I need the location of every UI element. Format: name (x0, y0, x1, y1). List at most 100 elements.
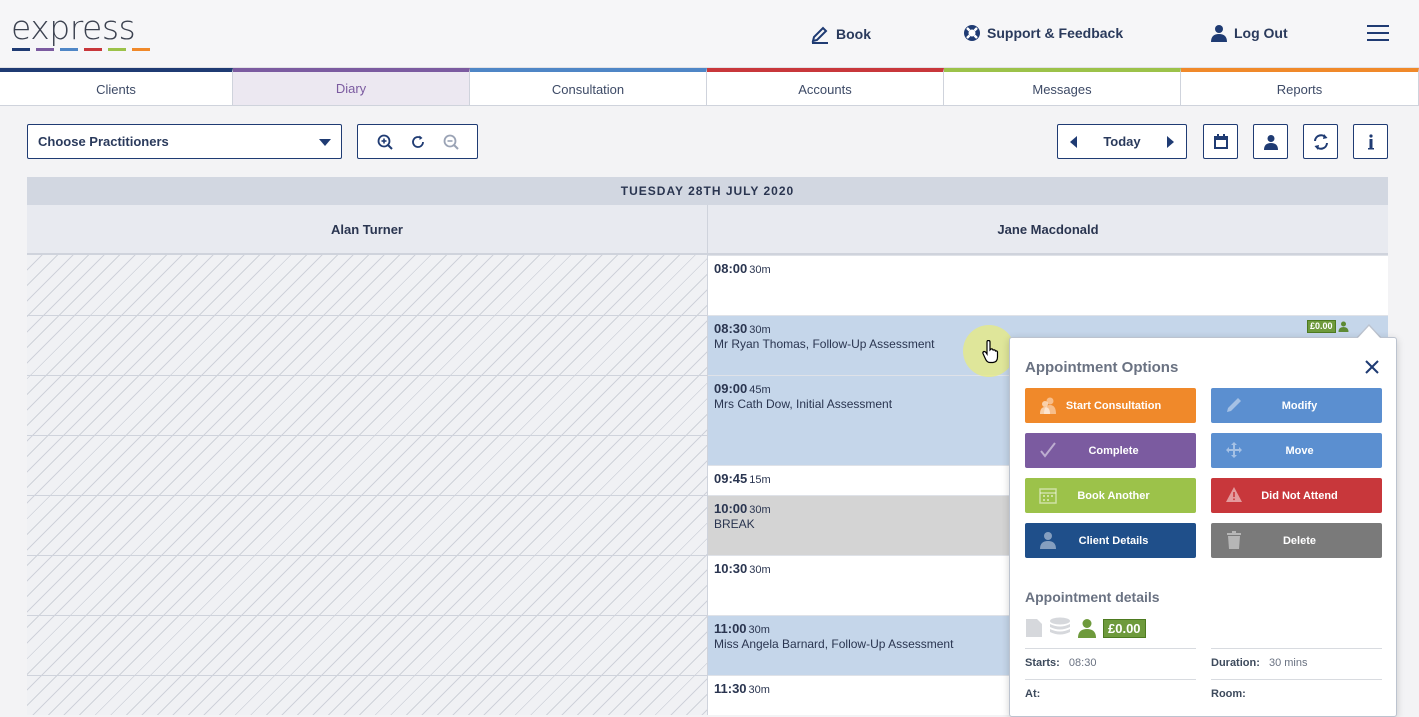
pencil-icon (811, 26, 828, 44)
slot-time: 09:45 (714, 471, 748, 486)
pencil-icon (1227, 398, 1241, 412)
close-icon[interactable] (1365, 360, 1379, 379)
support-label: Support & Feedback (987, 25, 1124, 41)
logout-label: Log Out (1234, 25, 1288, 41)
grid-line (27, 375, 708, 376)
option-label: Book Another (1077, 489, 1150, 502)
option-label: Complete (1088, 444, 1139, 457)
menu-icon[interactable] (1367, 25, 1389, 46)
previous-day-icon[interactable] (1070, 135, 1077, 148)
main-tabs: Clients Diary Consultation Accounts Mess… (0, 68, 1419, 106)
start-consultation-button[interactable]: Start Consultation (1025, 388, 1196, 423)
starts-value: 08:30 (1068, 657, 1097, 669)
calendar-icon (1039, 488, 1057, 504)
express-logo[interactable]: express (11, 11, 150, 51)
logout-link[interactable]: Log Out (1210, 24, 1288, 42)
at-field: At: (1025, 688, 1040, 700)
client-details-button[interactable]: Client Details (1025, 523, 1196, 558)
option-label: Delete (1282, 534, 1317, 547)
practitioner-button[interactable] (1253, 124, 1288, 159)
tab-accounts[interactable]: Accounts (707, 68, 944, 106)
people-icon (1040, 397, 1056, 414)
today-button[interactable]: Today (1103, 134, 1140, 149)
diary-slot[interactable]: 08:00 30m (708, 255, 1388, 315)
database-icon (1050, 617, 1070, 635)
slot-time: 10:00 (714, 501, 748, 516)
move-icon (1226, 442, 1242, 458)
slot-duration: 30m (749, 564, 771, 576)
move-button[interactable]: Move (1211, 433, 1382, 468)
divider (1211, 679, 1382, 680)
unavailable-column (27, 255, 708, 715)
option-label: Move (1285, 444, 1314, 457)
support-feedback-link[interactable]: Support & Feedback (963, 24, 1123, 42)
popover-title: Appointment Options (1025, 359, 1179, 376)
practitioner-select[interactable]: Choose Practitioners (27, 124, 342, 159)
user-icon (1263, 134, 1278, 150)
grid-line (27, 435, 708, 436)
tab-label: Messages (1032, 81, 1092, 97)
user-icon (1078, 619, 1096, 638)
tab-messages[interactable]: Messages (944, 68, 1181, 106)
slot-duration: 30m (748, 684, 770, 696)
popover-arrow-fill (1357, 326, 1381, 339)
divider (1025, 648, 1196, 649)
info-button[interactable] (1353, 124, 1388, 159)
duration-value: 30 mins (1268, 657, 1308, 669)
hand-cursor-icon (982, 340, 999, 364)
tab-reports[interactable]: Reports (1181, 68, 1419, 106)
top-bar: express Book Support & Feedback Log Out (0, 0, 1419, 68)
grid-line (27, 675, 708, 676)
calendar-button[interactable] (1203, 124, 1238, 159)
appointment-badges: £0.00 (1307, 320, 1349, 333)
document-icon (1026, 619, 1042, 637)
tab-clients[interactable]: Clients (0, 68, 233, 106)
slot-time: 09:00 (714, 381, 748, 396)
slot-duration: 30m (749, 264, 771, 276)
details-title: Appointment details (1025, 589, 1160, 605)
tab-diary[interactable]: Diary (233, 68, 470, 106)
details-icons: £0.00 (1025, 617, 1146, 639)
user-icon (1338, 321, 1349, 332)
slot-time: 08:00 (714, 261, 748, 276)
grid-line (27, 495, 708, 496)
grid-line (27, 315, 708, 316)
refresh-icon (1313, 133, 1328, 150)
duration-field: Duration: 30 mins (1211, 657, 1307, 669)
tab-label: Diary (335, 81, 367, 96)
price-badge: £0.00 (1103, 618, 1146, 638)
book-another-button[interactable]: Book Another (1025, 478, 1196, 513)
did-not-attend-button[interactable]: Did Not Attend (1211, 478, 1382, 513)
divider (1025, 679, 1196, 680)
refresh-zoom-icon[interactable] (410, 134, 426, 150)
check-icon (1040, 442, 1056, 458)
refresh-button[interactable] (1303, 124, 1338, 159)
slot-duration: 30m (748, 624, 770, 636)
tab-consultation[interactable]: Consultation (470, 68, 707, 106)
delete-button[interactable]: Delete (1211, 523, 1382, 558)
practitioner-column-header: Jane Macdonald (708, 205, 1388, 255)
date-navigator: Today (1057, 124, 1187, 159)
zoom-controls (357, 124, 478, 159)
tab-label: Clients (96, 81, 136, 97)
logo-color-bars (12, 48, 150, 51)
divider (1211, 648, 1382, 649)
slot-time: 10:30 (714, 561, 748, 576)
complete-button[interactable]: Complete (1025, 433, 1196, 468)
next-day-icon[interactable] (1166, 135, 1174, 148)
option-label: Start Consultation (1065, 399, 1162, 412)
trash-icon (1227, 531, 1241, 549)
book-link[interactable]: Book (810, 24, 871, 44)
option-label: Modify (1281, 399, 1318, 412)
slot-duration: 30m (749, 504, 771, 516)
zoom-in-icon[interactable] (377, 134, 393, 150)
appointment-options-popover: Appointment Options Start Consultation M… (1009, 337, 1397, 717)
modify-button[interactable]: Modify (1211, 388, 1382, 423)
tab-label: Consultation (551, 81, 625, 97)
slot-time: 08:30 (714, 321, 748, 336)
starts-label: Starts: (1025, 657, 1060, 669)
user-icon (1211, 25, 1227, 42)
tab-label: Reports (1276, 81, 1323, 97)
zoom-out-icon[interactable] (443, 134, 459, 150)
calendar-icon (1213, 133, 1228, 149)
